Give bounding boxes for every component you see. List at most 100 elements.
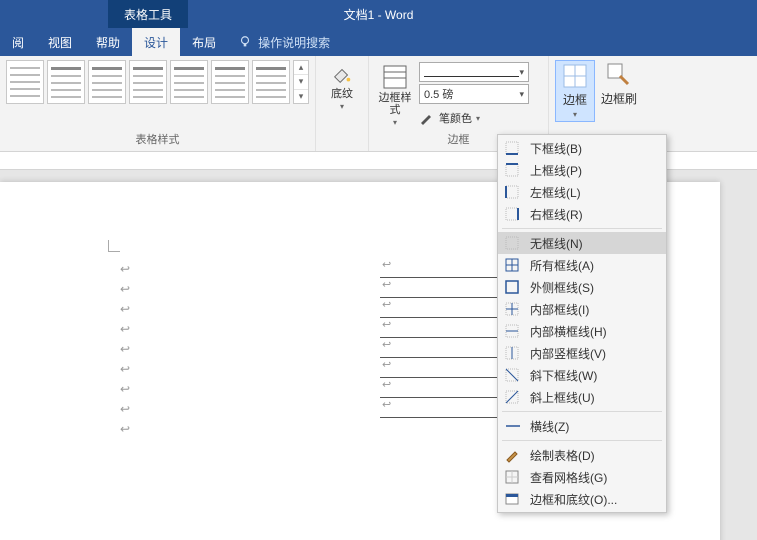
border-inside-icon [504,301,522,317]
menu-item-diagdown[interactable]: 斜下框线(W) [498,364,666,386]
menu-item-right[interactable]: 右框线(R) [498,203,666,225]
group-shading: 底纹 ▾ [316,56,369,151]
borders-dropdown-button[interactable]: 边框 ▾ [555,60,595,122]
menu-separator [502,228,662,229]
border-painter-button[interactable]: 边框刷 [599,60,639,109]
chevron-down-icon: ▾ [476,114,480,123]
border-insideh-icon [504,323,522,339]
pen-icon [419,111,435,125]
tab-help[interactable]: 帮助 [84,28,132,56]
style-thumb[interactable] [6,60,44,104]
menu-item-label: 上框线(P) [530,162,582,179]
pen-color-button[interactable]: 笔颜色 ▾ [419,110,529,126]
paragraph-mark: ↩ [120,282,130,302]
menu-item-label: 横线(Z) [530,418,569,435]
group-table-styles: ▴▾▾ 表格样式 [0,56,316,151]
style-thumb[interactable] [88,60,126,104]
menu-item-insideh[interactable]: 内部横框线(H) [498,320,666,342]
tab-design[interactable]: 设计 [132,28,180,56]
style-thumb[interactable] [47,60,85,104]
paragraph-marks-col: ↩↩↩↩↩↩↩↩↩ [120,262,130,442]
menu-item-label: 左框线(L) [530,184,581,201]
menu-item-left[interactable]: 左框线(L) [498,181,666,203]
border-none-icon [504,235,522,251]
shading-button[interactable]: 底纹 ▾ [322,60,362,115]
menu-separator [502,411,662,412]
borders-label: 边框 [563,91,587,108]
border-style-label: 边框样式 [377,92,413,116]
paragraph-mark: ↩ [120,382,130,402]
menu-item-hline[interactable]: 横线(Z) [498,415,666,437]
chevron-down-icon: ▾ [340,102,344,111]
paint-bucket-icon [331,64,353,86]
menu-item-label: 边框和底纹(O)... [530,491,617,508]
shading-label: 底纹 [331,88,353,100]
menu-item-none[interactable]: 无框线(N) [498,232,666,254]
border-grid-icon [504,469,522,485]
paragraph-mark: ↩ [120,402,130,422]
contextual-tab-table-tools[interactable]: 表格工具 [108,0,188,28]
pen-color-label: 笔颜色 [439,110,472,126]
lightbulb-icon [238,35,252,49]
menu-item-label: 斜上框线(U) [530,389,595,406]
line-style-combo[interactable]: ▾ [419,62,529,82]
style-thumb[interactable] [211,60,249,104]
tab-layout[interactable]: 布局 [180,28,228,56]
menu-item-outside[interactable]: 外侧框线(S) [498,276,666,298]
border-diagup-icon [504,389,522,405]
menu-item-label: 内部框线(I) [530,301,589,318]
paragraph-mark: ↩ [120,362,130,382]
table-style-gallery[interactable]: ▴▾▾ [6,60,309,104]
style-thumb[interactable] [170,60,208,104]
menu-item-label: 内部竖框线(V) [530,345,606,362]
menu-item-label: 查看网格线(G) [530,469,607,486]
menu-item-grid[interactable]: 查看网格线(G) [498,466,666,488]
line-weight-combo[interactable]: 0.5 磅▾ [419,84,529,104]
menu-item-draw[interactable]: 绘制表格(D) [498,444,666,466]
menu-separator [502,440,662,441]
gallery-nav[interactable]: ▴▾▾ [293,60,309,104]
menu-item-all[interactable]: 所有框线(A) [498,254,666,276]
border-draw-icon [504,447,522,463]
border-insidev-icon [504,345,522,361]
border-painter-label: 边框刷 [601,90,637,107]
menu-item-insidev[interactable]: 内部竖框线(V) [498,342,666,364]
menu-item-dialog[interactable]: 边框和底纹(O)... [498,488,666,510]
menu-item-bottom[interactable]: 下框线(B) [498,137,666,159]
menu-item-label: 无框线(N) [530,235,583,252]
paragraph-mark: ↩ [120,322,130,342]
menu-item-label: 所有框线(A) [530,257,594,274]
style-thumb[interactable] [129,60,167,104]
menu-item-inside[interactable]: 内部框线(I) [498,298,666,320]
border-style-icon [382,64,408,90]
chevron-down-icon: ▾ [573,110,577,119]
border-style-button[interactable]: 边框样式 ▾ [375,60,415,131]
border-hline-icon [504,418,522,434]
tell-me-label: 操作说明搜索 [258,34,330,51]
border-right-icon [504,206,522,222]
margin-marker [108,240,120,252]
menu-item-label: 右框线(R) [530,206,583,223]
border-all-icon [504,257,522,273]
menu-item-label: 下框线(B) [530,140,582,157]
group-label-styles: 表格样式 [6,131,309,149]
border-diagdown-icon [504,367,522,383]
menu-item-diagup[interactable]: 斜上框线(U) [498,386,666,408]
border-dialog-icon [504,491,522,507]
menu-item-label: 内部横框线(H) [530,323,607,340]
borders-menu: 下框线(B) 上框线(P) 左框线(L) 右框线(R) 无框线(N) 所有框线(A) 外侧框… [497,134,667,513]
paragraph-mark: ↩ [120,302,130,322]
borders-icon [562,63,588,89]
ribbon-tabs: 阅 视图 帮助 设计 布局 操作说明搜索 [0,28,757,56]
tab-view[interactable]: 视图 [36,28,84,56]
tab-review[interactable]: 阅 [0,28,36,56]
menu-item-label: 绘制表格(D) [530,447,595,464]
border-top-icon [504,162,522,178]
menu-item-label: 外侧框线(S) [530,279,594,296]
paragraph-mark: ↩ [120,342,130,362]
chevron-down-icon: ▾ [393,118,397,127]
style-thumb[interactable] [252,60,290,104]
tell-me-search[interactable]: 操作说明搜索 [228,28,340,56]
menu-item-top[interactable]: 上框线(P) [498,159,666,181]
border-bottom-icon [504,140,522,156]
